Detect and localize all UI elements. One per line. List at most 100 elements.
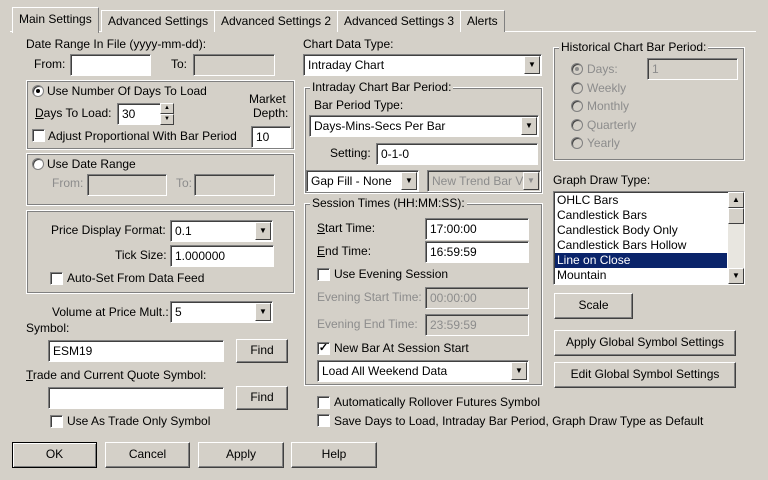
price-display-value: 0.1: [175, 224, 192, 238]
chart-data-type-label: Chart Data Type:: [303, 37, 394, 51]
list-scrollbar[interactable]: ▲ ▼: [728, 192, 744, 284]
chevron-down-icon[interactable]: ▼: [511, 362, 527, 380]
hist-days-radio[interactable]: [571, 63, 583, 75]
help-button[interactable]: Help: [291, 442, 377, 468]
end-time-input[interactable]: 16:59:59: [425, 241, 529, 263]
scale-button[interactable]: Scale: [554, 293, 633, 319]
days-to-load-input[interactable]: 30: [117, 103, 161, 125]
graph-draw-type-list[interactable]: OHLC Bars Candlestick Bars Candlestick B…: [553, 191, 745, 285]
hist-days-input[interactable]: 1: [647, 58, 738, 80]
new-bar-session-checkbox[interactable]: ✓: [317, 342, 330, 355]
bar-period-type-select[interactable]: Days-Mins-Secs Per Bar ▼: [309, 115, 539, 137]
symbol-find-button[interactable]: Find: [236, 339, 288, 363]
tick-size-input[interactable]: 1.000000: [170, 245, 274, 267]
spin-down-icon[interactable]: ▼: [160, 114, 174, 125]
tab-advanced-settings-2[interactable]: Advanced Settings 2: [214, 10, 339, 32]
hist-weekly-radio[interactable]: [571, 82, 583, 94]
date-from-input[interactable]: [70, 54, 151, 76]
use-days-radio[interactable]: [32, 85, 44, 97]
tab-label: Advanced Settings 2: [221, 14, 332, 28]
scroll-down-icon[interactable]: ▼: [728, 268, 744, 284]
use-evening-label: Use Evening Session: [334, 267, 449, 281]
use-date-range-radio[interactable]: [32, 158, 44, 170]
chevron-down-icon[interactable]: ▼: [255, 222, 271, 240]
start-time-input[interactable]: 17:00:00: [425, 218, 529, 240]
ok-button[interactable]: OK: [12, 442, 97, 468]
scroll-thumb[interactable]: [728, 208, 744, 224]
chevron-down-icon[interactable]: ▼: [523, 172, 539, 190]
rollover-checkbox[interactable]: [317, 396, 330, 409]
tab-label: Advanced Settings: [108, 14, 209, 28]
evening-end-input[interactable]: 23:59:59: [425, 314, 529, 336]
date-from-label: From:: [34, 57, 66, 71]
use-date-range-label: Use Date Range: [47, 157, 136, 171]
weekend-data-select[interactable]: Load All Weekend Data ▼: [317, 360, 529, 382]
trade-symbol-label: Trade and Current Quote Symbol:: [26, 368, 207, 382]
hist-monthly-radio[interactable]: [571, 100, 583, 112]
tab-advanced-settings-3[interactable]: Advanced Settings 3: [337, 10, 462, 32]
graph-draw-type-label: Graph Draw Type:: [553, 173, 651, 187]
save-defaults-label: Save Days to Load, Intraday Bar Period, …: [334, 414, 704, 428]
volume-mult-value: 5: [175, 305, 182, 319]
chevron-down-icon[interactable]: ▼: [401, 172, 417, 190]
new-trend-select[interactable]: New Trend Bar V ▼: [427, 170, 541, 192]
hist-yearly-radio[interactable]: [571, 137, 583, 149]
gap-fill-value: Gap Fill - None: [311, 174, 392, 188]
gap-fill-select[interactable]: Gap Fill - None ▼: [306, 170, 419, 192]
trade-only-label: Use As Trade Only Symbol: [67, 414, 211, 428]
evening-end-label: Evening End Time:: [317, 317, 418, 331]
adjust-proportional-checkbox[interactable]: [32, 129, 45, 142]
evening-start-label: Evening Start Time:: [317, 290, 422, 304]
adjust-proportional-label: Adjust Proportional With Bar Period: [48, 129, 237, 143]
range-to-input[interactable]: [194, 174, 275, 196]
list-item[interactable]: Candlestick Bars Hollow: [555, 238, 727, 253]
range-from-input[interactable]: [87, 174, 167, 196]
edit-global-symbol-button[interactable]: Edit Global Symbol Settings: [554, 362, 736, 388]
tab-advanced-settings[interactable]: Advanced Settings: [101, 10, 216, 32]
trade-symbol-find-button[interactable]: Find: [236, 386, 288, 410]
days-to-load-label: Days To Load:: [35, 106, 112, 120]
chart-data-type-value: Intraday Chart: [308, 58, 385, 72]
price-display-select[interactable]: 0.1 ▼: [170, 220, 273, 242]
trade-symbol-input[interactable]: [48, 387, 224, 409]
use-evening-checkbox[interactable]: [317, 268, 330, 281]
new-bar-session-label: New Bar At Session Start: [334, 341, 469, 355]
save-defaults-checkbox[interactable]: [317, 414, 330, 427]
cancel-button[interactable]: Cancel: [105, 442, 190, 468]
apply-global-symbol-button[interactable]: Apply Global Symbol Settings: [554, 330, 736, 356]
spin-up-icon[interactable]: ▲: [160, 103, 174, 114]
autoset-label: Auto-Set From Data Feed: [67, 271, 205, 285]
list-item-selected[interactable]: Line on Close: [555, 253, 727, 268]
list-item[interactable]: Candlestick Body Only: [555, 223, 727, 238]
use-days-label: Use Number Of Days To Load: [47, 84, 207, 98]
trade-only-checkbox[interactable]: [50, 415, 63, 428]
hist-yearly-label: Yearly: [587, 136, 620, 150]
volume-mult-select[interactable]: 5 ▼: [170, 301, 273, 323]
autoset-checkbox[interactable]: [50, 272, 63, 285]
chart-data-type-select[interactable]: Intraday Chart ▼: [303, 54, 542, 76]
date-to-input[interactable]: [193, 54, 275, 76]
apply-button[interactable]: Apply: [198, 442, 284, 468]
list-item[interactable]: OHLC Bars: [555, 193, 727, 208]
bar-period-type-label: Bar Period Type:: [314, 98, 404, 112]
hist-quarterly-radio[interactable]: [571, 119, 583, 131]
scroll-up-icon[interactable]: ▲: [728, 192, 744, 208]
list-item[interactable]: Mountain: [555, 268, 727, 283]
list-item[interactable]: Candlestick Bars: [555, 208, 727, 223]
setting-label: Setting:: [330, 146, 371, 160]
chevron-down-icon[interactable]: ▼: [255, 303, 271, 321]
setting-input[interactable]: 0-1-0: [376, 143, 538, 165]
symbol-input[interactable]: ESM19: [48, 340, 224, 362]
days-to-load-spinner[interactable]: ▲ ▼: [160, 103, 174, 125]
tab-label: Main Settings: [19, 12, 92, 26]
chevron-down-icon[interactable]: ▼: [521, 117, 537, 135]
tick-size-label: Tick Size:: [115, 248, 167, 262]
tab-alerts[interactable]: Alerts: [460, 10, 505, 32]
evening-start-input[interactable]: 00:00:00: [425, 287, 529, 309]
tab-main-settings[interactable]: Main Settings: [12, 7, 99, 33]
market-depth-input[interactable]: 10: [251, 126, 291, 148]
new-trend-value: New Trend Bar V: [432, 174, 524, 188]
chevron-down-icon[interactable]: ▼: [524, 56, 540, 74]
historical-title: Historical Chart Bar Period:: [559, 40, 709, 54]
market-depth-label-1: Market: [249, 92, 286, 106]
